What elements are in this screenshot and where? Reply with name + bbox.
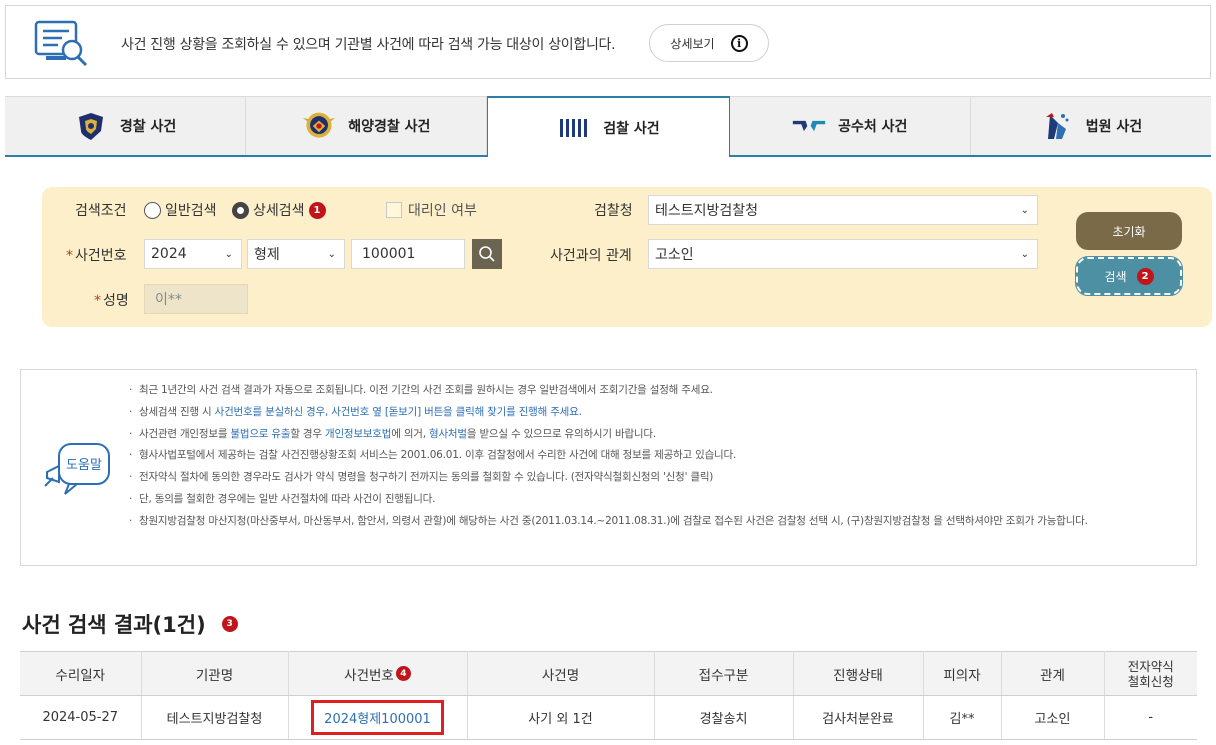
col-relation: 관계 — [1001, 651, 1105, 696]
radio-detail-search[interactable]: 상세검색 1 — [232, 200, 326, 220]
detail-view-label: 상세보기 — [670, 36, 715, 51]
radio-button-checked[interactable] — [232, 201, 249, 219]
cell-status: 검사처분완료 — [793, 695, 924, 740]
name-input[interactable]: 이** — [144, 284, 248, 314]
checkbox[interactable] — [386, 202, 402, 218]
chevron-down-icon: ⌄ — [224, 248, 233, 260]
proxy-label: 대리인 여부 — [408, 203, 477, 219]
detail-view-button[interactable]: 상세보기 i — [649, 24, 769, 62]
radio-general-label: 일반검색 — [165, 203, 217, 219]
relation-select[interactable]: 고소인 ⌄ — [648, 239, 1038, 269]
radio-detail-label: 상세검색 — [253, 203, 305, 219]
office-select[interactable]: 테스트지방검찰청 ⌄ — [648, 195, 1038, 225]
agency-tabs: 경찰 사건 해양경찰 사건 검찰 사건 공수처 사건 법원 사건 — [5, 96, 1212, 157]
court-logo-icon — [1040, 109, 1074, 143]
cell-case-no: 2024형제100001 — [288, 695, 468, 740]
col-case-name: 사건명 — [467, 651, 655, 696]
notice-banner: 사건 진행 상황을 조회하실 수 있으며 기관별 사건에 따라 검색 가능 대상… — [5, 5, 1211, 79]
help-list: 최근 1년간의 사건 검색 결과가 자동으로 조회됩니다. 이전 기간의 사건 … — [129, 384, 1169, 537]
megaphone-help-icon: 도움말 — [44, 443, 110, 495]
table-header-row: 수리일자 기관명 사건번호 4 사건명 접수구분 진행상태 피의자 관계 전자약식… — [20, 651, 1197, 696]
year-value: 2024 — [151, 246, 187, 262]
search-icon — [479, 246, 495, 262]
tab-label: 검찰 사건 — [603, 120, 660, 137]
year-select[interactable]: 2024 ⌄ — [144, 239, 242, 269]
help-line: 최근 1년간의 사건 검색 결과가 자동으로 조회됩니다. 이전 기간의 사건 … — [129, 384, 1169, 397]
col-status: 진행상태 — [793, 651, 924, 696]
tab-court[interactable]: 법원 사건 — [970, 96, 1212, 155]
police-badge-icon — [74, 109, 108, 143]
relation-label: 사건과의 관계 — [550, 248, 632, 264]
step-badge-3: 3 — [221, 616, 238, 632]
cell-agency: 테스트지방검찰청 — [141, 695, 289, 740]
col-receipt: 접수구분 — [654, 651, 794, 696]
result-title: 사건 검색 결과(1건) 3 — [22, 609, 238, 639]
help-line: 사건관련 개인정보를 불법으로 유출할 경우 개인정보보호법에 의거, 형사처벌… — [129, 428, 1169, 441]
tab-label: 법원 사건 — [1085, 119, 1143, 135]
magnifier-search-button[interactable] — [472, 239, 502, 269]
radio-general-search[interactable]: 일반검색 — [144, 200, 217, 220]
chevron-down-icon: ⌄ — [1020, 204, 1029, 216]
help-line: 단, 동의를 철회한 경우에는 일반 사건절차에 따라 사건이 진행됩니다. — [129, 493, 1169, 506]
tab-label: 경찰 사건 — [119, 119, 177, 135]
search-condition-label: 검색조건 — [75, 203, 127, 219]
search-form: 검색조건 일반검색 상세검색 1 대리인 여부 검찰청 테스트지방검찰청 ⌄ *… — [42, 187, 1212, 327]
cell-relation: 고소인 — [1001, 695, 1105, 740]
reset-button[interactable]: 초기화 — [1076, 212, 1182, 250]
tab-police[interactable]: 경찰 사건 — [5, 96, 247, 155]
cell-e-withdraw: - — [1104, 695, 1197, 740]
help-line: 상세검색 진행 시 사건번호를 분실하신 경우, 사건번호 옆 [돋보기] 버튼… — [129, 406, 1169, 419]
name-label: * 성명 — [94, 293, 129, 309]
cell-suspect: 김** — [923, 695, 1002, 740]
help-line: 전자약식 절차에 동의한 경우라도 검사가 약식 명령을 청구하기 전까지는 동… — [129, 471, 1169, 484]
cell-case-name: 사기 외 1건 — [467, 695, 655, 740]
col-agency: 기관명 — [141, 651, 289, 696]
col-suspect: 피의자 — [923, 651, 1002, 696]
col-case-no: 사건번호 4 — [288, 651, 468, 696]
tab-cio[interactable]: 공수처 사건 — [729, 96, 971, 155]
step-badge-1: 1 — [308, 201, 326, 219]
tab-label: 해양경찰 사건 — [348, 119, 431, 135]
cell-receipt: 경찰송치 — [654, 695, 794, 740]
case-type-select[interactable]: 형제 ⌄ — [247, 239, 345, 269]
help-icon-text: 도움말 — [66, 458, 102, 473]
search-button[interactable]: 검색 2 — [1075, 256, 1183, 296]
banner-text: 사건 진행 상황을 조회하실 수 있으며 기관별 사건에 따라 검색 가능 대상… — [121, 37, 616, 53]
results-table: 수리일자 기관명 사건번호 4 사건명 접수구분 진행상태 피의자 관계 전자약식… — [20, 651, 1197, 740]
document-search-icon — [34, 20, 88, 67]
help-line: 창원지방검찰청 마산지청(마산중부서, 마산동부서, 함안서, 의령서 관할)에… — [129, 515, 1169, 528]
tab-coast-guard[interactable]: 해양경찰 사건 — [246, 96, 488, 155]
result-title-text: 사건 검색 결과(1건) — [22, 613, 206, 637]
col-e-withdraw: 전자약식 철회신청 — [1104, 651, 1197, 696]
proxy-checkbox[interactable]: 대리인 여부 — [386, 200, 477, 220]
info-icon: i — [730, 34, 748, 52]
relation-value: 고소인 — [655, 247, 694, 263]
chevron-down-icon: ⌄ — [1020, 248, 1029, 260]
case-type-value: 형제 — [254, 247, 280, 263]
help-box: 도움말 최근 1년간의 사건 검색 결과가 자동으로 조회됩니다. 이전 기간의… — [20, 369, 1197, 566]
radio-button[interactable] — [144, 201, 161, 219]
prosecution-logo-icon — [557, 111, 591, 145]
office-value: 테스트지방검찰청 — [655, 203, 759, 219]
reset-label: 초기화 — [1112, 224, 1146, 239]
tab-label: 공수처 사건 — [838, 119, 908, 135]
office-label: 검찰청 — [594, 203, 633, 219]
help-line: 형사사법포털에서 제공하는 검찰 사건진행상황조회 서비스는 2001.06.0… — [129, 449, 1169, 462]
step-badge-2: 2 — [1136, 267, 1154, 285]
cio-logo-icon — [792, 109, 826, 143]
cell-date: 2024-05-27 — [20, 695, 142, 740]
tab-prosecution[interactable]: 검찰 사건 — [487, 96, 730, 157]
col-date: 수리일자 — [20, 651, 142, 696]
case-number-input[interactable]: 100001 — [351, 239, 465, 269]
search-label: 검색 — [1104, 269, 1127, 284]
case-number-link[interactable]: 2024형제100001 — [311, 700, 444, 735]
case-no-label: * 사건번호 — [66, 248, 127, 264]
chevron-down-icon: ⌄ — [327, 248, 336, 260]
coast-guard-badge-icon — [302, 109, 336, 143]
step-badge-4: 4 — [395, 666, 411, 681]
table-row: 2024-05-27 테스트지방검찰청 2024형제100001 사기 외 1건… — [20, 695, 1197, 740]
